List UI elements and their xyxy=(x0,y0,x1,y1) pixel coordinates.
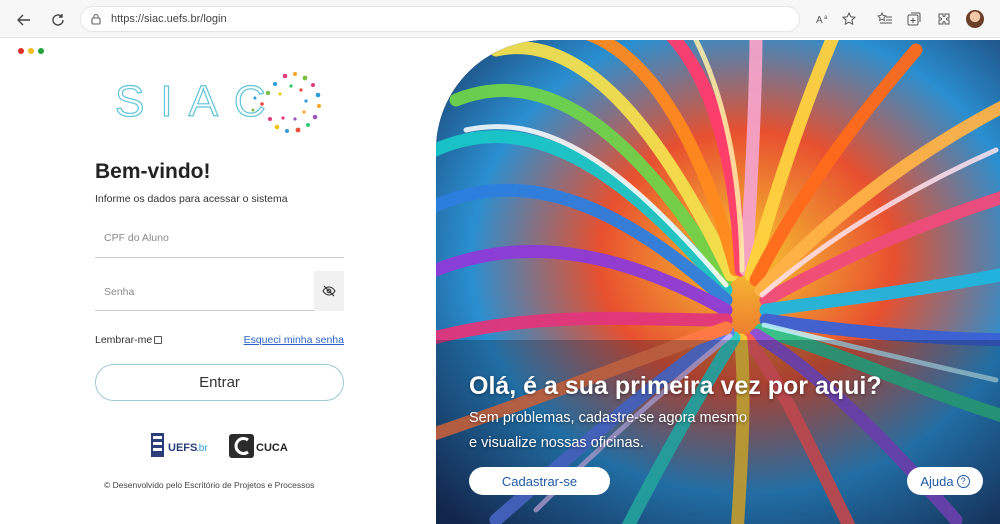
remember-me[interactable]: Lembrar-me xyxy=(95,334,163,346)
password-placeholder: Senha xyxy=(104,286,135,298)
eye-off-icon[interactable] xyxy=(314,271,344,311)
uefs-suffix: .br xyxy=(196,443,208,454)
red-dot xyxy=(18,48,24,54)
siac-logo: SIAC xyxy=(114,68,325,138)
cpf-field[interactable]: CPF do Aluno xyxy=(95,218,344,258)
hero-text-line-2: e visualize nossas oficinas. xyxy=(469,435,644,451)
hero-text-line-1: Sem problemas, cadastre-se agora mesmo xyxy=(469,410,748,426)
forgot-password-link[interactable]: Esqueci minha senha xyxy=(244,334,344,346)
page-subtitle: Informe os dados para acessar o sistema xyxy=(95,193,288,205)
register-button[interactable]: Cadastrar-se xyxy=(469,467,610,495)
cpf-placeholder: CPF do Aluno xyxy=(104,232,169,244)
lock-icon[interactable] xyxy=(91,12,101,30)
hero-panel: Olá, é a sua primeira vez por aqui? Sem … xyxy=(436,40,1000,524)
page-title: Bem-vindo! xyxy=(95,160,211,183)
cuca-text: CUCA xyxy=(256,442,288,454)
login-button[interactable]: Entrar xyxy=(95,364,344,401)
favorite-icon[interactable] xyxy=(841,11,857,27)
cuca-logo: CUCA xyxy=(229,434,288,458)
uefs-logo: UEFS .br xyxy=(151,433,208,457)
url-text[interactable]: https://siac.uefs.br/login xyxy=(111,13,227,25)
svg-text:A: A xyxy=(816,15,823,25)
hero-headline: Olá, é a sua primeira vez por aqui? xyxy=(469,372,882,400)
logo-text: SIAC xyxy=(115,77,282,126)
partner-logos: UEFS .br CUCA xyxy=(150,431,300,461)
collections-icon[interactable] xyxy=(906,11,922,27)
uefs-text: UEFS xyxy=(168,442,197,454)
colorful-feathers-image xyxy=(436,40,1000,524)
refresh-icon[interactable] xyxy=(48,10,68,30)
address-bar[interactable]: https://siac.uefs.br/login xyxy=(80,6,800,32)
window-dots xyxy=(18,48,44,54)
footer-credit: © Desenvolvido pelo Escritório de Projet… xyxy=(104,480,315,490)
password-field[interactable]: Senha xyxy=(95,271,344,311)
yellow-dot xyxy=(28,48,34,54)
help-label: Ajuda xyxy=(920,473,954,489)
extensions-icon[interactable] xyxy=(936,11,952,27)
profile-avatar[interactable] xyxy=(966,10,984,28)
help-button[interactable]: Ajuda ? xyxy=(907,467,983,495)
svg-text:a: a xyxy=(824,15,828,21)
remember-label: Lembrar-me xyxy=(95,334,153,346)
back-icon[interactable] xyxy=(14,10,34,30)
green-dot xyxy=(38,48,44,54)
read-aloud-icon[interactable]: Aa xyxy=(815,11,831,27)
question-circle-icon: ? xyxy=(956,474,970,488)
remember-checkbox[interactable] xyxy=(154,336,163,344)
browser-toolbar: https://siac.uefs.br/login Aa xyxy=(0,0,1000,38)
favorites-list-icon[interactable] xyxy=(877,11,893,27)
